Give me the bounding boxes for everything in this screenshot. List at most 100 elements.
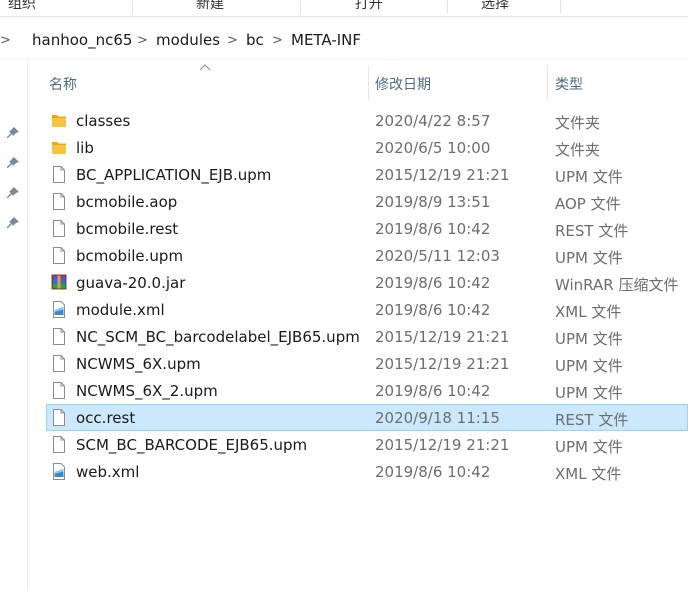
document-icon xyxy=(51,328,67,345)
file-type: XML 文件 xyxy=(555,303,622,321)
file-name: lib xyxy=(76,139,94,157)
document-icon xyxy=(51,193,67,210)
document-icon xyxy=(51,355,67,372)
file-type: WinRAR 压缩文件 xyxy=(555,276,679,294)
column-header-date[interactable]: 修改日期 xyxy=(375,74,431,94)
ribbon-group-new[interactable]: 新建 xyxy=(196,0,224,13)
file-row[interactable]: SCM_BC_BARCODE_EJB65.upm 2015/12/19 21:2… xyxy=(46,431,688,458)
file-modified-date: 2020/6/5 10:00 xyxy=(375,139,491,157)
file-type: 文件夹 xyxy=(555,114,601,132)
ribbon-group-open[interactable]: 打开 xyxy=(355,0,383,13)
file-type: UPM 文件 xyxy=(555,438,623,456)
file-name: NCWMS_6X.upm xyxy=(76,355,201,373)
breadcrumb-item-hanhoo-nc65[interactable]: hanhoo_nc65 xyxy=(32,31,132,49)
file-name: web.xml xyxy=(76,463,140,481)
ribbon-divider xyxy=(300,0,301,14)
pin-icon[interactable] xyxy=(6,186,20,200)
ribbon-divider xyxy=(447,0,448,14)
file-row[interactable]: NCWMS_6X_2.upm 2019/8/6 10:42 UPM 文件 xyxy=(46,377,688,404)
file-modified-date: 2020/9/18 11:15 xyxy=(375,409,500,427)
file-modified-date: 2019/8/6 10:42 xyxy=(375,463,491,481)
folder-icon xyxy=(51,112,67,129)
document-icon xyxy=(51,166,67,183)
file-name: module.xml xyxy=(76,301,165,319)
document-icon xyxy=(51,247,67,264)
file-type: 文件夹 xyxy=(555,141,601,159)
file-name: SCM_BC_BARCODE_EJB65.upm xyxy=(76,436,308,454)
file-type: AOP 文件 xyxy=(555,195,621,213)
ribbon: 组织 新建 打开 选择 xyxy=(0,0,688,17)
folder-icon xyxy=(51,139,67,156)
file-type: UPM 文件 xyxy=(555,357,623,375)
document-icon xyxy=(51,436,67,453)
pin-icon[interactable] xyxy=(6,126,20,140)
chevron-right-icon[interactable]: > xyxy=(137,33,148,48)
file-row[interactable]: occ.rest 2020/9/18 11:15 REST 文件 xyxy=(46,404,688,431)
column-divider[interactable] xyxy=(547,66,548,100)
xml-file-icon xyxy=(51,463,67,480)
file-modified-date: 2019/8/6 10:42 xyxy=(375,274,491,292)
file-list[interactable]: classes 2020/4/22 8:57 文件夹 lib 2020/6/5 … xyxy=(46,107,688,485)
xml-file-icon xyxy=(51,301,67,318)
file-row[interactable]: bcmobile.aop 2019/8/9 13:51 AOP 文件 xyxy=(46,188,688,215)
ribbon-group-select[interactable]: 选择 xyxy=(481,0,509,13)
file-name: BC_APPLICATION_EJB.upm xyxy=(76,166,272,184)
file-name: NC_SCM_BC_barcodelabel_EJB65.upm xyxy=(76,328,360,346)
file-modified-date: 2019/8/9 13:51 xyxy=(375,193,491,211)
file-row[interactable]: bcmobile.rest 2019/8/6 10:42 REST 文件 xyxy=(46,215,688,242)
pin-icon[interactable] xyxy=(6,216,20,230)
file-name: bcmobile.upm xyxy=(76,247,184,265)
file-type: XML 文件 xyxy=(555,465,622,483)
file-modified-date: 2019/8/6 10:42 xyxy=(375,301,491,319)
file-type: UPM 文件 xyxy=(555,168,623,186)
file-name: occ.rest xyxy=(76,409,136,427)
file-row[interactable]: guava-20.0.jar 2019/8/6 10:42 WinRAR 压缩文… xyxy=(46,269,688,296)
file-type: UPM 文件 xyxy=(555,384,623,402)
file-row[interactable]: module.xml 2019/8/6 10:42 XML 文件 xyxy=(46,296,688,323)
file-row[interactable]: bcmobile.upm 2020/5/11 12:03 UPM 文件 xyxy=(46,242,688,269)
navigation-pane[interactable] xyxy=(0,60,28,589)
file-name: guava-20.0.jar xyxy=(76,274,186,292)
breadcrumb-item-modules[interactable]: modules xyxy=(156,31,220,49)
file-row[interactable]: NC_SCM_BC_barcodelabel_EJB65.upm 2015/12… xyxy=(46,323,688,350)
file-row[interactable]: web.xml 2019/8/6 10:42 XML 文件 xyxy=(46,458,688,485)
document-icon xyxy=(51,382,67,399)
file-modified-date: 2019/8/6 10:42 xyxy=(375,382,491,400)
document-icon xyxy=(51,409,67,426)
breadcrumb[interactable]: > hanhoo_nc65 > modules > bc > META-INF xyxy=(0,22,688,60)
column-header-name[interactable]: 名称 xyxy=(49,74,77,94)
ribbon-group-organize[interactable]: 组织 xyxy=(8,0,36,13)
chevron-right-icon[interactable]: > xyxy=(0,33,11,48)
file-modified-date: 2015/12/19 21:21 xyxy=(375,355,510,373)
chevron-right-icon[interactable]: > xyxy=(272,33,283,48)
file-type: REST 文件 xyxy=(555,411,629,429)
file-row[interactable]: NCWMS_6X.upm 2015/12/19 21:21 UPM 文件 xyxy=(46,350,688,377)
breadcrumb-item-bc[interactable]: bc xyxy=(246,31,264,49)
file-type: UPM 文件 xyxy=(555,330,623,348)
file-modified-date: 2015/12/19 21:21 xyxy=(375,328,510,346)
sort-ascending-icon xyxy=(199,64,211,71)
pin-icon[interactable] xyxy=(6,156,20,170)
file-row[interactable]: classes 2020/4/22 8:57 文件夹 xyxy=(46,107,688,134)
file-modified-date: 2020/5/11 12:03 xyxy=(375,247,500,265)
document-icon xyxy=(51,220,67,237)
file-modified-date: 2015/12/19 21:21 xyxy=(375,436,510,454)
file-name: classes xyxy=(76,112,131,130)
file-modified-date: 2015/12/19 21:21 xyxy=(375,166,510,184)
file-name: bcmobile.rest xyxy=(76,220,179,238)
file-modified-date: 2020/4/22 8:57 xyxy=(375,112,491,130)
column-header-type[interactable]: 类型 xyxy=(555,74,583,94)
column-divider[interactable] xyxy=(368,66,369,100)
file-row[interactable]: BC_APPLICATION_EJB.upm 2015/12/19 21:21 … xyxy=(46,161,688,188)
file-row[interactable]: lib 2020/6/5 10:00 文件夹 xyxy=(46,134,688,161)
ribbon-divider xyxy=(560,0,561,14)
file-type: REST 文件 xyxy=(555,222,629,240)
file-name: NCWMS_6X_2.upm xyxy=(76,382,218,400)
file-type: UPM 文件 xyxy=(555,249,623,267)
chevron-right-icon[interactable]: > xyxy=(227,33,238,48)
breadcrumb-item-meta-inf[interactable]: META-INF xyxy=(291,31,361,49)
ribbon-divider xyxy=(132,0,133,14)
file-name: bcmobile.aop xyxy=(76,193,178,211)
file-modified-date: 2019/8/6 10:42 xyxy=(375,220,491,238)
winrar-archive-icon xyxy=(51,274,67,291)
